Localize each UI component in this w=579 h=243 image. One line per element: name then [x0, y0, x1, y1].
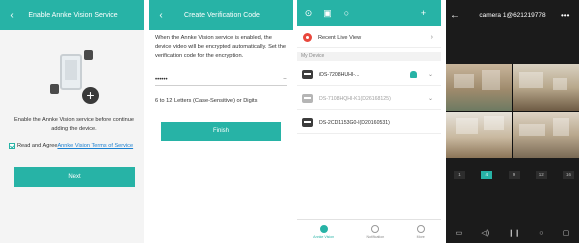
dvr-icon [302, 94, 313, 103]
bottom-tab-bar: Annke Vision Notification More [297, 219, 441, 243]
finish-button[interactable]: Finish [161, 122, 281, 141]
playback-icon[interactable]: ▣ [321, 7, 334, 20]
device-row[interactable]: DS-7108HQHI-K1(D26168125) ⌄ [297, 88, 441, 110]
verification-code-screen: ‹ Create Verification Code When the Annk… [149, 0, 293, 243]
tab-notification[interactable]: Notification [366, 224, 385, 239]
arrow-left-icon[interactable]: ← [450, 10, 464, 21]
section-header: My Device [297, 52, 441, 61]
video-tile[interactable] [446, 111, 512, 158]
split-option[interactable]: 4 [481, 171, 493, 179]
tab-label: Notification [366, 234, 385, 239]
terms-agreement: Read and Agree Annke Vision Terms of Ser… [9, 143, 133, 149]
recent-label: Recent Live View [318, 34, 362, 41]
video-grid [446, 64, 579, 158]
device-list-screen: ⊙ ▣ ○ + Recent Live View › My Device iDS… [297, 0, 441, 243]
header-bar: ← camera 1@621219778 ••• [446, 0, 579, 30]
camera-icon [302, 118, 313, 127]
video-tile[interactable] [446, 64, 512, 111]
agree-checkbox[interactable] [9, 143, 15, 149]
page-title: Enable Annke Vision Service [28, 11, 118, 19]
screen-size-icon[interactable]: ▭ [456, 229, 463, 237]
message-icon [371, 224, 380, 233]
page-title: Create Verification Code [184, 11, 260, 19]
split-selector: 1 4 9 12 16 [454, 171, 574, 179]
terms-link[interactable]: Annke Vision Terms of Service [57, 143, 133, 149]
header-bar: ⊙ ▣ ○ + [297, 0, 441, 26]
split-option[interactable]: 12 [535, 171, 547, 179]
plus-icon: + [82, 87, 99, 104]
header-bar: ‹ Create Verification Code [149, 0, 293, 30]
live-view-icon[interactable]: ⊙ [302, 7, 315, 20]
playback-controls: ▭ ◁) ❙❙ ○ ▢ [446, 223, 579, 243]
record-icon [303, 33, 312, 42]
camera-icon [84, 50, 93, 60]
live-view-screen: ← camera 1@621219778 ••• 1 4 9 12 16 ▭ ◁… [446, 0, 579, 243]
chevron-left-icon[interactable]: ‹ [4, 10, 20, 21]
search-icon[interactable]: ○ [340, 7, 353, 20]
password-value: •••••• [155, 76, 168, 83]
split-option[interactable]: 1 [454, 171, 465, 179]
verification-code-input[interactable]: •••••• ⌣ [155, 74, 287, 86]
device-row[interactable]: iDS-7208HUHI-... ⌄ [297, 64, 441, 86]
service-description: Enable the Annke Vision service before c… [14, 117, 134, 132]
split-option[interactable]: 9 [508, 171, 520, 179]
bell-icon[interactable] [410, 71, 417, 78]
device-name: iDS-7208HUHI-... [319, 71, 360, 78]
code-hint: 6 to 12 Letters (Case-Sensitive) or Digi… [155, 98, 258, 104]
tab-label: More [416, 234, 425, 239]
device-name: DS-7108HQHI-K1(D26168125) [319, 95, 391, 102]
encryption-info: When the Annke Vision service is enabled… [155, 35, 287, 59]
add-icon[interactable]: + [417, 7, 430, 20]
header-bar: ‹ Enable Annke Vision Service [0, 0, 144, 30]
tab-more[interactable]: More [416, 224, 425, 239]
recent-live-view-row[interactable]: Recent Live View › [297, 28, 441, 48]
tab-label: Annke Vision [313, 234, 335, 239]
next-button[interactable]: Next [14, 167, 135, 187]
chevron-down-icon[interactable]: ⌄ [428, 95, 433, 102]
more-icon[interactable]: ••• [561, 11, 575, 20]
agree-text: Read and Agree [17, 143, 58, 149]
more-icon [416, 224, 425, 233]
phone-icon [60, 54, 82, 90]
chevron-down-icon[interactable]: ⌄ [428, 71, 433, 78]
device-row[interactable]: DS-2CD1153G0-I(D20160531) [297, 112, 441, 134]
capture-icon[interactable]: ▢ [563, 229, 570, 237]
chevron-left-icon[interactable]: ‹ [153, 10, 169, 21]
video-tile[interactable] [513, 64, 579, 111]
add-device-illustration: + [46, 46, 106, 110]
dvr-icon [302, 70, 313, 79]
split-option[interactable]: 16 [563, 171, 574, 179]
eye-icon[interactable]: ⌣ [283, 76, 287, 83]
chevron-right-icon: › [430, 34, 433, 41]
speaker-icon[interactable]: ◁) [481, 229, 489, 237]
home-icon [319, 224, 328, 233]
enable-service-screen: ‹ Enable Annke Vision Service + Enable t… [0, 0, 144, 243]
tab-annke-vision[interactable]: Annke Vision [313, 224, 335, 239]
camera-title: camera 1@621219778 [479, 11, 546, 19]
camera-icon [50, 84, 59, 94]
zoom-icon[interactable]: ○ [539, 230, 543, 237]
pause-icon[interactable]: ❙❙ [508, 229, 520, 237]
video-tile[interactable] [513, 111, 579, 158]
device-name: DS-2CD1153G0-I(D20160531) [319, 119, 390, 126]
